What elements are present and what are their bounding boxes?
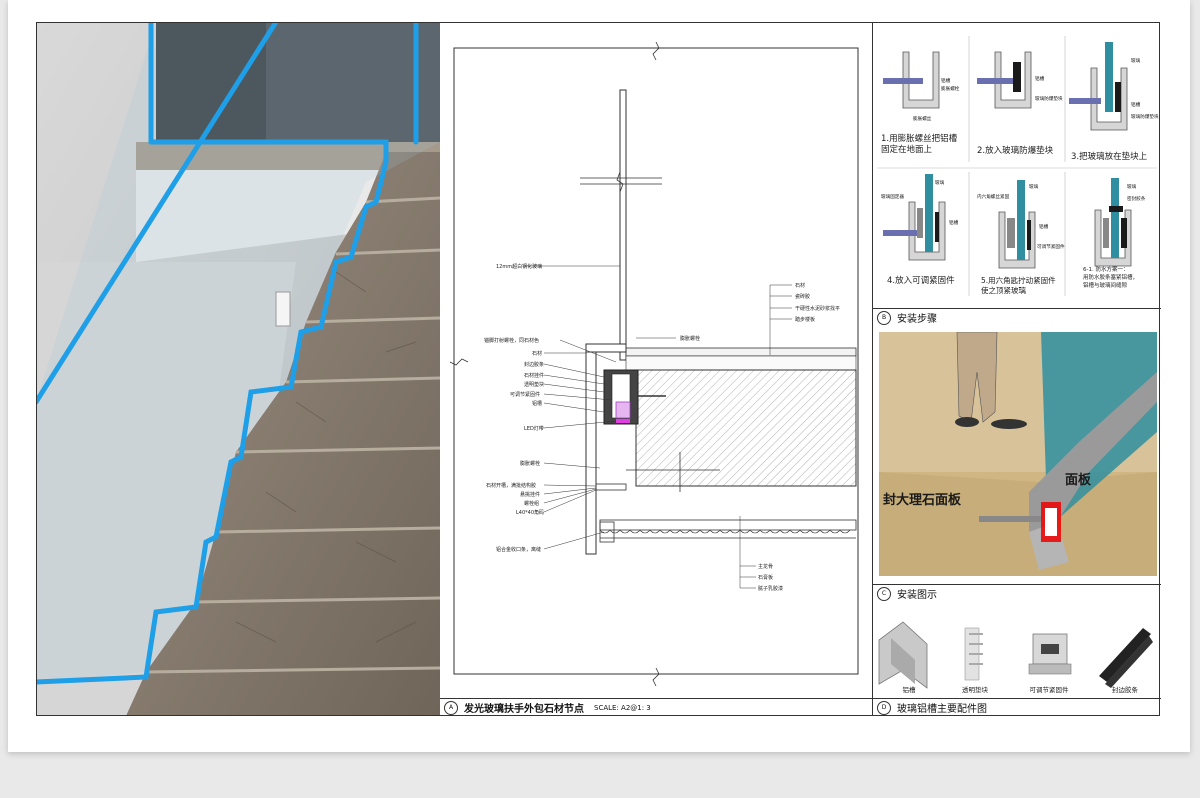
outer-frame — [36, 22, 1160, 716]
